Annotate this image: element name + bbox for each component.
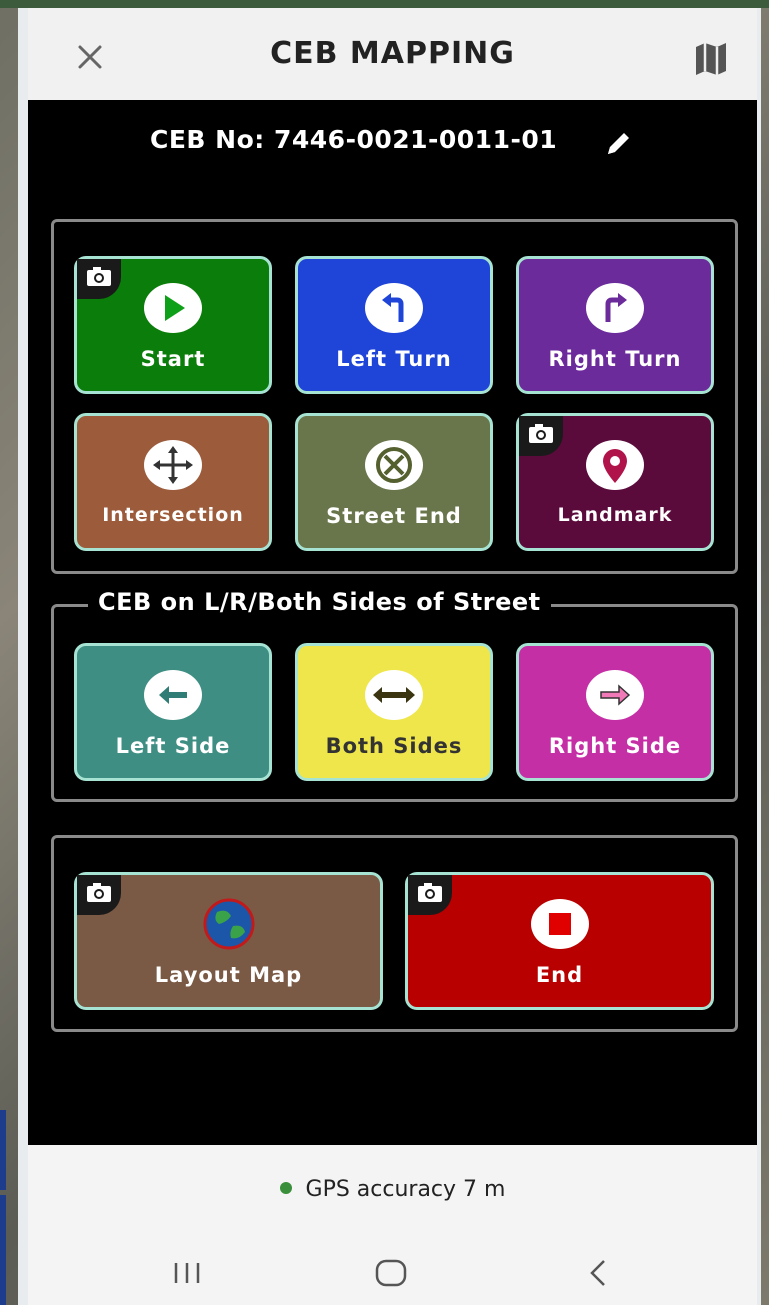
camera-badge [77, 259, 121, 299]
ceb-number: CEB No: 7446-0021-0011-01 [150, 125, 558, 154]
recent-apps-button[interactable] [163, 1253, 213, 1293]
location-pin-icon [586, 440, 644, 490]
left-turn-button[interactable]: Left Turn [295, 256, 493, 394]
intersection-button[interactable]: Intersection [74, 413, 272, 551]
left-side-label: Left Side [115, 734, 231, 758]
back-button[interactable] [573, 1253, 623, 1293]
camera-badge [77, 875, 121, 915]
landmark-label: Landmark [557, 504, 673, 526]
home-icon [375, 1259, 407, 1287]
pencil-icon [608, 133, 629, 154]
arrow-right-icon [586, 670, 644, 720]
camera-icon [87, 267, 111, 286]
map-icon [696, 43, 726, 75]
map-button[interactable] [691, 38, 731, 78]
right-turn-label: Right Turn [548, 347, 682, 371]
street-end-button[interactable]: Street End [295, 413, 493, 551]
camera-icon [529, 424, 553, 443]
street-end-icon [365, 440, 423, 490]
globe-icon [203, 898, 254, 950]
left-side-button[interactable]: Left Side [74, 643, 272, 781]
end-label: End [535, 963, 584, 987]
intersection-label: Intersection [102, 504, 244, 526]
start-label: Start [140, 347, 206, 371]
turn-left-icon [365, 283, 423, 333]
right-turn-button[interactable]: Right Turn [516, 256, 714, 394]
background-edge [0, 1195, 6, 1305]
street-side-legend: CEB on L/R/Both Sides of Street [88, 588, 551, 616]
camera-badge [519, 416, 563, 456]
intersection-icon [144, 440, 202, 490]
arrow-both-icon [365, 670, 423, 720]
home-button[interactable] [366, 1253, 416, 1293]
street-end-label: Street End [326, 504, 462, 528]
play-icon [144, 283, 202, 333]
footer-bar: GPS accuracy 7 m [28, 1145, 757, 1305]
camera-badge [408, 875, 452, 915]
gps-accuracy-text: GPS accuracy 7 m [305, 1177, 506, 1202]
camera-icon [418, 883, 442, 902]
both-sides-button[interactable]: Both Sides [295, 643, 493, 781]
right-side-button[interactable]: Right Side [516, 643, 714, 781]
camera-icon [87, 883, 111, 902]
both-sides-label: Both Sides [325, 734, 463, 758]
layout-map-label: Layout Map [154, 963, 303, 987]
left-turn-label: Left Turn [336, 347, 452, 371]
background-strip [0, 0, 769, 8]
turn-right-icon [586, 283, 644, 333]
page-title: CEB MAPPING [270, 36, 515, 71]
gps-status-dot [279, 1182, 292, 1194]
gps-status: GPS accuracy 7 m [28, 1177, 757, 1202]
arrow-left-icon [144, 670, 202, 720]
stop-icon [530, 899, 589, 949]
back-icon [590, 1260, 605, 1286]
edit-button[interactable] [600, 126, 636, 162]
recent-apps-icon [174, 1263, 200, 1283]
right-side-label: Right Side [548, 734, 682, 758]
background-edge [0, 1110, 6, 1190]
header-bar: CEB MAPPING [28, 8, 757, 100]
